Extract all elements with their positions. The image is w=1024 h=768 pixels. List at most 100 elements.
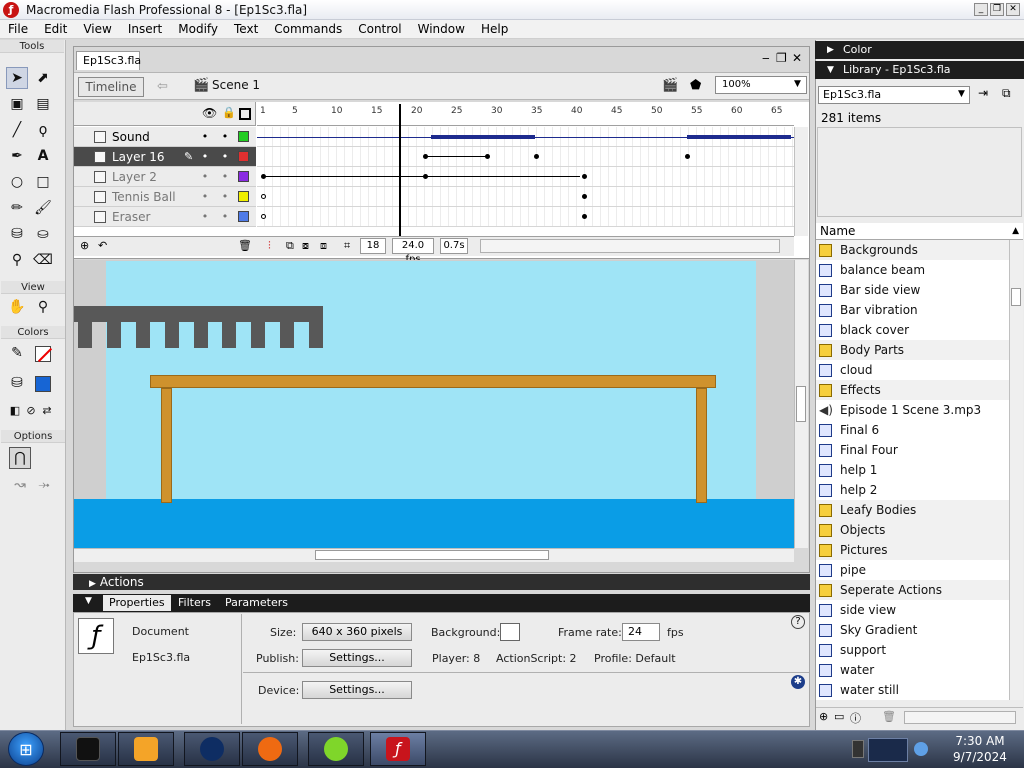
- keyframe[interactable]: [582, 214, 587, 219]
- eye-icon[interactable]: 👁: [202, 106, 217, 120]
- menu-view[interactable]: View: [75, 22, 119, 36]
- layer-color-swatch[interactable]: [238, 211, 249, 222]
- frame-row-layer-2[interactable]: [257, 167, 794, 187]
- hand-tool-icon[interactable]: ✋: [6, 296, 28, 318]
- edit-symbol-icon[interactable]: ⬟: [690, 78, 701, 93]
- timeline-vscrollbar[interactable]: [794, 127, 808, 236]
- empty-keyframe[interactable]: [261, 194, 266, 199]
- list-item[interactable]: Leafy Bodies: [816, 500, 1009, 520]
- keyframe[interactable]: [261, 174, 266, 179]
- list-item[interactable]: side view: [816, 600, 1009, 620]
- stage-vscrollbar[interactable]: [794, 260, 808, 548]
- new-library-panel-icon[interactable]: ⧉: [1002, 86, 1011, 101]
- minimize-button[interactable]: _: [974, 3, 988, 16]
- layer-row-layer-16[interactable]: Layer 16 ✎ • •: [74, 147, 256, 167]
- tray-icon[interactable]: [852, 740, 864, 758]
- list-item[interactable]: Body Parts: [816, 340, 1009, 360]
- taskbar-app[interactable]: [308, 732, 364, 766]
- line-tool-icon[interactable]: ╱: [6, 119, 28, 141]
- library-document-select[interactable]: Ep1Sc3.fla: [818, 86, 970, 104]
- onion-skin-icon[interactable]: ⧉: [286, 239, 294, 253]
- scroll-thumb[interactable]: [796, 386, 806, 422]
- add-guide-icon[interactable]: ↶: [98, 239, 107, 252]
- frame-row-tennis-ball[interactable]: [257, 187, 794, 207]
- taskbar-app[interactable]: [118, 732, 174, 766]
- taskbar-app[interactable]: [242, 732, 298, 766]
- layer-row-eraser[interactable]: Eraser • •: [74, 207, 256, 227]
- zoom-tool-icon[interactable]: ⚲: [32, 296, 54, 318]
- back-arrow-icon[interactable]: ⇦: [157, 79, 168, 94]
- list-item[interactable]: pipe: [816, 560, 1009, 580]
- library-hscrollbar[interactable]: [904, 711, 1016, 724]
- straighten-icon[interactable]: ⤞: [33, 474, 55, 496]
- outline-icon[interactable]: [239, 108, 251, 120]
- keyframe[interactable]: [485, 154, 490, 159]
- menu-modify[interactable]: Modify: [170, 22, 226, 36]
- lasso-tool-icon[interactable]: ϙ: [32, 119, 54, 141]
- list-item[interactable]: Pictures: [816, 540, 1009, 560]
- properties-icon[interactable]: ⓘ: [850, 710, 861, 726]
- menu-control[interactable]: Control: [350, 22, 409, 36]
- tab-properties[interactable]: Properties: [103, 595, 171, 611]
- new-symbol-icon[interactable]: ⊕: [819, 710, 828, 723]
- trash-icon[interactable]: 🗑: [238, 239, 252, 252]
- water-shape[interactable]: [74, 499, 794, 548]
- brush-tool-icon[interactable]: 🖌: [32, 197, 54, 219]
- list-item[interactable]: Backgrounds: [816, 240, 1009, 260]
- modify-markers-icon[interactable]: ⌗: [344, 239, 350, 253]
- taskbar-clock[interactable]: 7:30 AM 9/7/2024: [942, 733, 1018, 765]
- selection-tool-icon[interactable]: ➤: [6, 67, 28, 89]
- chevron-down-icon[interactable]: ▼: [958, 89, 965, 99]
- tab-parameters[interactable]: Parameters: [219, 595, 294, 611]
- keyframe[interactable]: [582, 194, 587, 199]
- menu-file[interactable]: File: [0, 22, 36, 36]
- frame-row-sound[interactable]: [257, 127, 794, 147]
- tab-filters[interactable]: Filters: [172, 595, 217, 611]
- color-panel-header[interactable]: ▶ Color: [815, 41, 1024, 59]
- list-item[interactable]: Final Four: [816, 440, 1009, 460]
- keyframe[interactable]: [685, 154, 690, 159]
- trash-icon[interactable]: 🗑: [882, 710, 896, 723]
- oval-tool-icon[interactable]: ○: [6, 171, 28, 193]
- library-panel-header[interactable]: ▼ Library - Ep1Sc3.fla: [815, 61, 1024, 79]
- pencil-tool-icon[interactable]: ✏: [6, 197, 28, 219]
- list-item[interactable]: ◀) Episode 1 Scene 3.mp3: [816, 400, 1009, 420]
- actions-panel-header[interactable]: ▶ Actions: [73, 574, 810, 590]
- center-frame-icon[interactable]: ⫶: [268, 239, 271, 253]
- pin-library-icon[interactable]: ⇥: [978, 86, 988, 100]
- taskbar-flash[interactable]: ƒ: [370, 732, 426, 766]
- keyframe[interactable]: [423, 154, 428, 159]
- new-folder-icon[interactable]: ▭: [834, 710, 844, 723]
- document-tab[interactable]: Ep1Sc3.fla: [76, 51, 141, 70]
- layer-row-sound[interactable]: Sound • •: [74, 127, 256, 147]
- ink-bottle-tool-icon[interactable]: ⛁: [6, 223, 28, 245]
- chevron-down-icon[interactable]: ▼: [794, 79, 801, 89]
- edit-scene-icon[interactable]: 🎬: [662, 78, 678, 93]
- keyframe[interactable]: [582, 174, 587, 179]
- framerate-input[interactable]: 24: [622, 623, 660, 641]
- layer-color-swatch[interactable]: [238, 131, 249, 142]
- onion-outline-icon[interactable]: ⧇: [302, 239, 309, 253]
- layer-row-layer-2[interactable]: Layer 2 • •: [74, 167, 256, 187]
- list-item[interactable]: Seperate Actions: [816, 580, 1009, 600]
- gradient-transform-tool-icon[interactable]: ▤: [32, 93, 54, 115]
- paint-bucket-tool-icon[interactable]: ⛀: [32, 223, 54, 245]
- fill-color-icon[interactable]: ⛁: [6, 372, 28, 394]
- list-item[interactable]: Sky Gradient: [816, 620, 1009, 640]
- scroll-thumb[interactable]: [315, 550, 549, 560]
- subselection-tool-icon[interactable]: ⬈: [32, 67, 54, 89]
- snap-magnet-icon[interactable]: ⋂: [9, 447, 31, 469]
- list-item[interactable]: Effects: [816, 380, 1009, 400]
- menu-text[interactable]: Text: [226, 22, 266, 36]
- publish-settings-button[interactable]: Settings...: [302, 649, 412, 667]
- list-item[interactable]: help 1: [816, 460, 1009, 480]
- list-item[interactable]: water: [816, 660, 1009, 680]
- library-vscrollbar[interactable]: [1009, 240, 1023, 700]
- lock-icon[interactable]: 🔒: [222, 106, 236, 119]
- list-item[interactable]: help 2: [816, 480, 1009, 500]
- menu-commands[interactable]: Commands: [266, 22, 350, 36]
- list-item[interactable]: Objects: [816, 520, 1009, 540]
- smooth-icon[interactable]: ↝: [9, 474, 31, 496]
- balance-beam-shape[interactable]: [74, 306, 323, 322]
- timeline-hscrollbar[interactable]: [480, 239, 780, 253]
